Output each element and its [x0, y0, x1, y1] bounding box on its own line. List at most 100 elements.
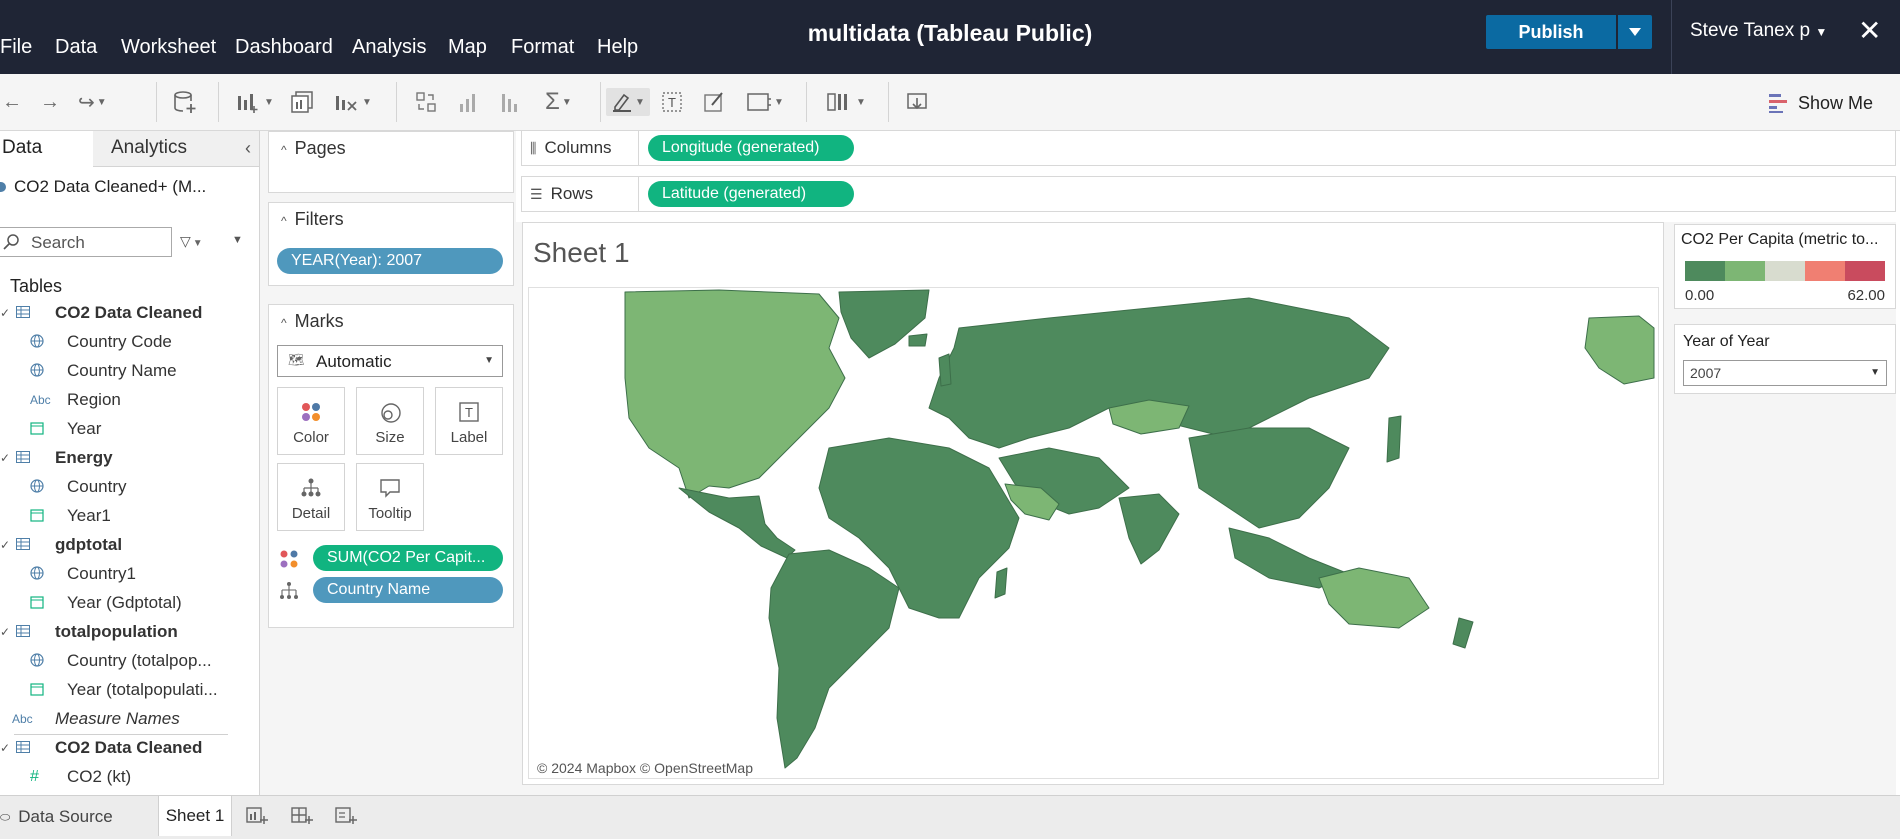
datasource-item[interactable]: CO2 Data Cleaned+ (M... [0, 177, 206, 197]
columns-shelf[interactable]: ⫼ Columns Longitude (generated) [521, 130, 1896, 166]
field-label: Country Code [67, 332, 172, 351]
collapse-icon[interactable]: ^ [281, 214, 287, 228]
calendar-icon [30, 682, 44, 699]
search-icon [3, 234, 19, 250]
region-india [1118, 493, 1180, 565]
tooltip-button[interactable]: Tooltip [356, 463, 424, 531]
swap-rows-columns-icon[interactable] [414, 88, 438, 116]
chevron-down-icon[interactable]: ✓ [0, 625, 10, 639]
chevron-down-icon[interactable]: ✓ [0, 451, 10, 465]
menu-map[interactable]: Map [448, 36, 487, 59]
size-icon [381, 403, 401, 423]
highlight-icon[interactable]: ▼ [606, 88, 650, 116]
menu-dashboard[interactable]: Dashboard [235, 36, 333, 59]
region-south-america [768, 549, 900, 769]
sheet-tabs-bar: ⬭ Data Source Sheet 1 [0, 795, 1900, 839]
tooltip-icon [380, 479, 400, 498]
show-me-button[interactable]: Show Me [1768, 92, 1873, 114]
tab-analytics[interactable]: Analytics ‹ [93, 131, 259, 167]
tab-analytics-label: Analytics [111, 137, 188, 158]
divider [156, 82, 157, 122]
new-data-source-icon[interactable] [172, 88, 198, 116]
year-filter-select[interactable]: 2007 ▼ [1683, 360, 1887, 386]
sort-descending-icon[interactable] [498, 88, 522, 116]
chevron-down-icon[interactable]: ✓ [0, 538, 10, 552]
presentation-mode-icon[interactable]: ▼ [826, 88, 866, 116]
chevron-down-icon[interactable]: ✓ [0, 741, 10, 755]
new-story-tab-icon[interactable] [334, 804, 358, 833]
detail-pill-icon [280, 582, 298, 599]
user-name: Steve Tanex p [1690, 20, 1811, 41]
menu-help[interactable]: Help [597, 36, 638, 59]
download-icon[interactable] [905, 88, 929, 116]
mark-type-select[interactable]: 🗺 Automatic ▼ [277, 345, 503, 377]
region-central-america [678, 487, 796, 559]
duplicate-sheet-icon[interactable] [290, 88, 314, 116]
globe-icon [30, 333, 44, 351]
search-placeholder: Search [31, 233, 85, 252]
menu-worksheet[interactable]: Worksheet [121, 36, 216, 59]
search-field[interactable]: Search [0, 227, 172, 257]
table-icon [16, 305, 30, 321]
filter-fields-icon[interactable]: ▽ ▼ [180, 233, 203, 250]
totals-icon[interactable]: Σ ▼ [545, 88, 572, 116]
new-dashboard-tab-icon[interactable] [290, 804, 314, 833]
close-icon[interactable]: ✕ [1858, 14, 1881, 47]
sheet-title[interactable]: Sheet 1 [533, 237, 630, 269]
region-madagascar [994, 567, 1008, 599]
world-map[interactable] [529, 288, 1658, 778]
detail-button[interactable]: Detail [277, 463, 345, 531]
columns-pill-longitude[interactable]: Longitude (generated) [648, 135, 854, 161]
collapse-icon[interactable]: ^ [281, 143, 287, 157]
rows-pill-latitude[interactable]: Latitude (generated) [648, 181, 854, 207]
color-icon [302, 403, 320, 421]
map-canvas[interactable]: © 2024 Mapbox © OpenStreetMap [528, 287, 1659, 779]
filter-pill-year[interactable]: YEAR(Year): 2007 [277, 248, 503, 274]
redo-icon[interactable]: → [40, 88, 60, 116]
new-worksheet-icon[interactable]: ▼ [236, 88, 274, 116]
tab-sheet-1[interactable]: Sheet 1 [158, 796, 232, 836]
pages-card[interactable]: ^ Pages [268, 131, 514, 193]
field-label: Year1 [67, 506, 111, 525]
undo-icon[interactable]: ← [2, 88, 22, 116]
pane-menu-icon[interactable]: ▼ [232, 234, 243, 246]
marks-pill-co2[interactable]: SUM(CO2 Per Capit... [313, 545, 503, 571]
sort-ascending-icon[interactable] [456, 88, 480, 116]
divider [14, 734, 228, 735]
divider [888, 82, 889, 122]
calendar-icon [30, 595, 44, 612]
size-button[interactable]: Size [356, 387, 424, 455]
color-button[interactable]: Color [277, 387, 345, 455]
menu-data[interactable]: Data [55, 36, 97, 59]
tab-data[interactable]: Data [0, 131, 93, 167]
filters-card[interactable]: ^ Filters YEAR(Year): 2007 [268, 202, 514, 286]
collapse-icon[interactable]: ^ [281, 316, 287, 330]
replay-icon[interactable]: ↪ ▼ [78, 88, 107, 116]
new-worksheet-tab-icon[interactable] [245, 804, 269, 833]
publish-dropdown-button[interactable] [1618, 15, 1652, 49]
year-filter-card[interactable]: Year of Year 2007 ▼ [1674, 324, 1896, 394]
divider [218, 82, 219, 122]
chevron-down-icon[interactable]: ✓ [0, 306, 10, 320]
rows-shelf[interactable]: ☰ Rows Latitude (generated) [521, 176, 1896, 212]
globe-icon [30, 478, 44, 496]
fit-view-icon[interactable]: ▼ [746, 88, 784, 116]
region-new-zealand [1452, 617, 1474, 649]
format-workbook-icon[interactable] [702, 88, 726, 116]
field-label: Country1 [67, 564, 136, 583]
tab-data-source[interactable]: ⬭ Data Source [0, 802, 150, 832]
label-button[interactable]: T Label [435, 387, 503, 455]
menu-analysis[interactable]: Analysis [352, 36, 426, 59]
publish-button[interactable]: Publish [1486, 15, 1616, 49]
menu-file[interactable]: File [0, 36, 32, 59]
menu-format[interactable]: Format [511, 36, 574, 59]
field-label: CO2 (kt) [67, 767, 132, 786]
clear-sheet-icon[interactable]: ▼ [334, 88, 372, 116]
show-labels-icon[interactable]: T [660, 88, 684, 116]
color-legend[interactable]: CO2 Per Capita (metric to... 0.00 62.00 [1674, 224, 1896, 309]
user-menu[interactable]: Steve Tanex p ▼ [1690, 20, 1827, 42]
collapse-pane-icon[interactable]: ‹ [245, 138, 251, 159]
show-me-label: Show Me [1798, 92, 1874, 113]
marks-pill-country[interactable]: Country Name [313, 577, 503, 603]
region-australia [1318, 567, 1430, 629]
